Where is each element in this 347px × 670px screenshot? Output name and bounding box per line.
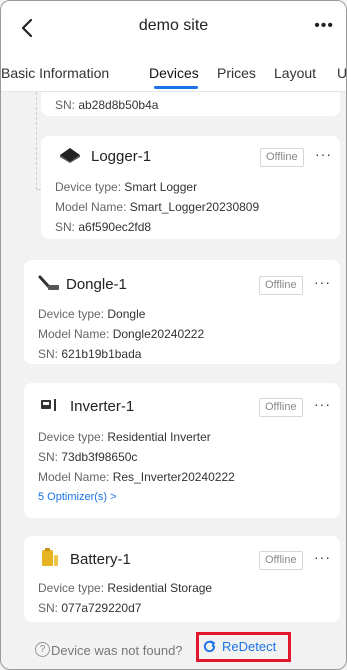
more-icon[interactable]: ··· bbox=[314, 274, 331, 290]
header: demo site ••• bbox=[1, 1, 346, 53]
sn-value: 73db3f98650c bbox=[61, 450, 138, 464]
status-badge: Offline bbox=[259, 276, 303, 295]
sn-label: SN: bbox=[38, 450, 59, 464]
sn-value: ab28d8b50b4a bbox=[78, 98, 159, 112]
help-icon: ? bbox=[35, 642, 50, 657]
device-card-partial[interactable]: SN: ab28d8b50b4a bbox=[41, 92, 340, 116]
redetect-button[interactable]: ReDetect bbox=[222, 639, 276, 654]
sn-value: a6f590ec2fd8 bbox=[78, 220, 152, 234]
active-tab-indicator bbox=[154, 86, 198, 89]
device-type-value: Residential Inverter bbox=[107, 430, 211, 444]
tab-devices[interactable]: Devices bbox=[149, 65, 199, 81]
sn-row: SN: 077a729220d7 bbox=[38, 601, 141, 615]
device-name: Logger-1 bbox=[91, 148, 152, 165]
sn-row: SN: 73db3f98650c bbox=[38, 450, 137, 464]
tab-us[interactable]: Us bbox=[337, 65, 346, 81]
model-name-value: Dongle20240222 bbox=[112, 327, 205, 341]
sn-label: SN: bbox=[55, 98, 76, 112]
model-name-row: Model Name: Res_Inverter20240222 bbox=[38, 470, 235, 484]
device-card-logger[interactable]: Logger-1 Offline ··· Device type: Smart … bbox=[41, 136, 340, 239]
device-type-value: Residential Storage bbox=[107, 581, 213, 595]
device-type-label: Device type: bbox=[38, 307, 105, 321]
model-name-label: Model Name: bbox=[38, 327, 110, 341]
device-type-row: Device type: Residential Storage bbox=[38, 581, 212, 595]
sn-label: SN: bbox=[38, 347, 59, 361]
device-type-row: Device type: Residential Inverter bbox=[38, 430, 211, 444]
device-type-value: Smart Logger bbox=[124, 180, 198, 194]
status-badge: Offline bbox=[260, 148, 304, 167]
device-card-inverter[interactable]: Inverter-1 Offline ··· Device type: Resi… bbox=[24, 383, 340, 518]
tree-connector bbox=[36, 92, 37, 190]
status-badge: Offline bbox=[259, 551, 303, 570]
device-card-dongle[interactable]: Dongle-1 Offline ··· Device type: Dongle… bbox=[24, 260, 340, 364]
dongle-icon bbox=[38, 275, 59, 290]
optimizers-link[interactable]: 5 Optimizer(s) > bbox=[38, 491, 117, 503]
refresh-icon[interactable] bbox=[202, 639, 217, 654]
tab-layout[interactable]: Layout bbox=[274, 65, 316, 81]
more-icon[interactable]: ••• bbox=[314, 17, 334, 35]
more-icon[interactable]: ··· bbox=[315, 146, 332, 162]
inverter-icon bbox=[41, 399, 56, 411]
sn-label: SN: bbox=[55, 220, 76, 234]
device-type-label: Device type: bbox=[38, 581, 105, 595]
model-name-label: Model Name: bbox=[38, 470, 110, 484]
device-type-row: Device type: Dongle bbox=[38, 307, 145, 321]
tab-basic-information[interactable]: Basic Information bbox=[1, 65, 109, 81]
sn-row: SN: ab28d8b50b4a bbox=[55, 98, 158, 112]
page-title: demo site bbox=[138, 17, 209, 34]
model-name-row: Model Name: Smart_Logger20230809 bbox=[55, 200, 259, 214]
model-name-label: Model Name: bbox=[55, 200, 127, 214]
device-type-row: Device type: Smart Logger bbox=[55, 180, 197, 194]
sn-value: 621b19b1bada bbox=[61, 347, 142, 361]
model-name-row: Model Name: Dongle20240222 bbox=[38, 327, 204, 341]
battery-icon bbox=[42, 548, 58, 566]
sn-value: 077a729220d7 bbox=[61, 601, 142, 615]
more-icon[interactable]: ··· bbox=[314, 549, 331, 565]
device-list: SN: ab28d8b50b4a Logger-1 Offline ··· De… bbox=[1, 92, 346, 669]
sn-row: SN: 621b19b1bada bbox=[38, 347, 141, 361]
sn-label: SN: bbox=[38, 601, 59, 615]
more-icon[interactable]: ··· bbox=[314, 396, 331, 412]
device-type-value: Dongle bbox=[107, 307, 146, 321]
app-frame: demo site ••• Basic Information Devices … bbox=[0, 0, 347, 670]
status-badge: Offline bbox=[259, 398, 303, 417]
device-not-found-text: Device was not found? bbox=[51, 643, 183, 658]
logger-icon bbox=[60, 148, 80, 163]
tab-bar: Basic Information Devices Prices Layout … bbox=[1, 53, 346, 92]
sn-row: SN: a6f590ec2fd8 bbox=[55, 220, 151, 234]
device-type-label: Device type: bbox=[55, 180, 122, 194]
model-name-value: Res_Inverter20240222 bbox=[112, 470, 235, 484]
model-name-value: Smart_Logger20230809 bbox=[129, 200, 260, 214]
device-name: Dongle-1 bbox=[66, 276, 127, 293]
device-card-battery[interactable]: Battery-1 Offline ··· Device type: Resid… bbox=[24, 536, 340, 622]
device-name: Inverter-1 bbox=[70, 398, 135, 415]
tab-prices[interactable]: Prices bbox=[217, 65, 256, 81]
device-type-label: Device type: bbox=[38, 430, 105, 444]
device-name: Battery-1 bbox=[70, 551, 131, 568]
